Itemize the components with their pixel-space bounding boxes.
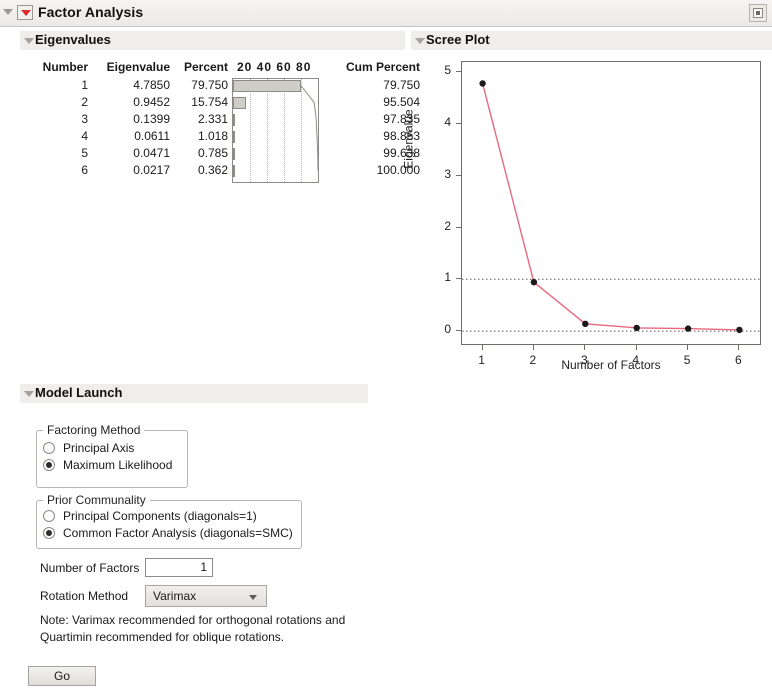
scree-plot-frame [461,61,761,345]
scree-x-tick-mark [635,345,637,350]
column-header-bar-scale: 20 40 60 80 [237,60,312,74]
radio-icon [43,510,55,522]
cell-percent: 15.754 [191,95,228,109]
scree-plot-svg [462,80,760,334]
scree-y-tick-label: 3 [444,166,451,181]
rotation-method-value: Varimax [153,589,197,603]
chevron-down-icon [249,595,257,600]
go-button[interactable]: Go [28,666,96,686]
window-title-bar: Factor Analysis [0,0,772,27]
cell-cum-percent: 79.750 [383,78,420,92]
scree-x-tick-mark [532,345,534,350]
number-of-factors-label: Number of Factors [40,561,140,575]
cell-percent: 2.331 [197,112,228,126]
radio-label: Common Factor Analysis (diagonals=SMC) [63,526,293,540]
cell-eigenvalue: 4.7850 [133,78,170,92]
rotation-note-line1: Note: Varimax recommended for orthogonal… [40,613,346,627]
radio-label: Principal Components (diagonals=1) [63,509,257,523]
prior-communality-legend: Prior Communality [47,493,146,507]
rotation-method-dropdown[interactable]: Varimax [145,585,267,607]
column-header-number: Number [42,60,88,74]
column-header-percent: Percent [183,60,228,74]
scree-y-tick-mark [456,330,461,332]
cell-eigenvalue: 0.1399 [133,112,170,126]
cell-percent: 0.362 [197,163,228,177]
window-grid-icon[interactable] [749,4,767,22]
panel-title-model-launch: Model Launch [35,385,123,400]
column-header-cum-percent: Cum Percent [345,60,420,74]
scree-y-tick-label: 0 [444,322,451,337]
cell-number: 5 [81,146,88,160]
scree-x-tick-mark [584,345,586,350]
radio-label: Principal Axis [63,441,135,455]
scree-y-tick-mark [456,123,461,125]
red-triangle-menu-button[interactable] [17,5,33,20]
disclosure-triangle-icon[interactable] [24,391,34,397]
panel-header-eigenvalues[interactable]: Eigenvalues [20,31,405,50]
scree-x-tick-mark [738,345,740,350]
panel-header-model-launch[interactable]: Model Launch [20,384,368,403]
scree-y-tick-label: 2 [444,218,451,233]
scree-y-tick-label: 1 [444,270,451,285]
scree-y-tick-mark [456,226,461,228]
cell-eigenvalue: 0.0611 [134,129,170,143]
radio-principal-components[interactable]: Principal Components (diagonals=1) [37,508,301,525]
cell-percent: 0.785 [197,146,228,160]
prior-communality-group: Prior Communality Principal Components (… [36,493,302,549]
rotation-note-line2: Quartimin recommended for oblique rotati… [40,630,285,644]
rotation-note: Note: Varimax recommended for orthogonal… [40,612,370,646]
cell-eigenvalue: 0.9452 [133,95,170,109]
number-of-factors-input[interactable]: 1 [145,558,213,577]
cell-number: 6 [81,163,88,177]
cell-eigenvalue: 0.0471 [133,146,170,160]
cell-percent: 79.750 [191,78,228,92]
factoring-method-legend: Factoring Method [47,423,141,437]
radio-icon-selected [43,527,55,539]
cell-cum-percent: 95.504 [383,95,420,109]
scree-y-tick-label: 5 [444,63,451,78]
cell-number: 2 [81,95,88,109]
window-disclosure-triangle-icon[interactable] [3,9,13,15]
scree-x-tick-mark [687,345,689,350]
radio-maximum-likelihood[interactable]: Maximum Likelihood [37,457,187,474]
cell-number: 1 [81,78,88,92]
factor-analysis-window: Factor Analysis Eigenvalues Number Eigen… [0,0,772,690]
scree-plot-chart: Eigenvalue 012345123456 Number of Factor… [402,28,772,380]
scree-x-axis-label: Number of Factors [561,358,661,372]
window-title: Factor Analysis [38,4,144,20]
disclosure-triangle-icon[interactable] [24,38,34,44]
cell-number: 3 [81,112,88,126]
radio-label: Maximum Likelihood [63,458,173,472]
scree-y-tick-label: 4 [444,115,451,130]
cell-percent: 1.018 [197,129,228,143]
panel-title-eigenvalues: Eigenvalues [35,32,111,47]
scree-y-tick-mark [456,278,461,280]
cell-number: 4 [81,129,88,143]
cell-eigenvalue: 0.0217 [133,163,170,177]
radio-common-factor-analysis[interactable]: Common Factor Analysis (diagonals=SMC) [37,525,301,542]
column-header-eigenvalue: Eigenvalue [106,60,170,74]
radio-principal-axis[interactable]: Principal Axis [37,440,187,457]
radio-icon-selected [43,459,55,471]
cumulative-percent-curve [300,85,319,171]
scree-x-tick-mark [481,345,483,350]
radio-icon [43,442,55,454]
rotation-method-label: Rotation Method [40,589,129,603]
scree-y-tick-mark [456,174,461,176]
factoring-method-group: Factoring Method Principal Axis Maximum … [36,423,188,488]
red-triangle-icon [21,10,31,16]
scree-y-tick-mark [456,71,461,73]
